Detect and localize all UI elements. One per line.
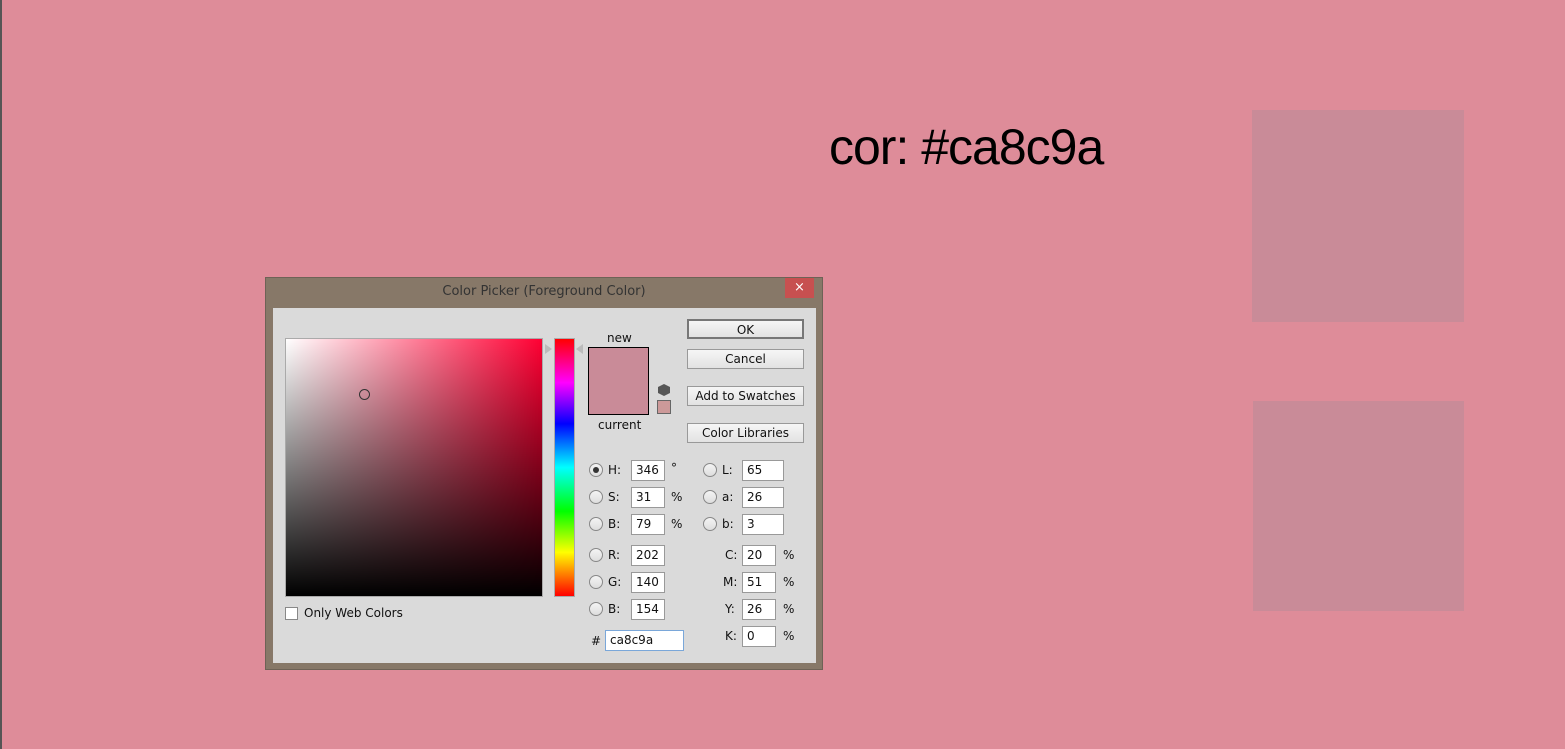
l-input[interactable]: 65 (742, 460, 784, 481)
cube-icon[interactable] (658, 384, 670, 396)
k-label: K: (725, 629, 737, 643)
g-radio[interactable] (589, 575, 603, 589)
a-label: a: (722, 490, 734, 504)
c-input[interactable]: 20 (742, 545, 776, 566)
brightness-input[interactable]: 79 (631, 514, 665, 535)
hue-slider-left-arrow[interactable] (545, 344, 552, 354)
hex-input[interactable]: ca8c9a (605, 630, 684, 651)
g-label: G: (608, 575, 622, 589)
l-label: L: (722, 463, 733, 477)
color-sample-top (1252, 110, 1464, 322)
b-radio[interactable] (703, 517, 717, 531)
hue-slider[interactable] (554, 338, 575, 597)
k-input[interactable]: 0 (742, 626, 776, 647)
b-label: b: (722, 517, 734, 531)
hue-slider-right-arrow[interactable] (576, 344, 583, 354)
color-libraries-button[interactable]: Color Libraries (687, 423, 804, 443)
only-web-colors-label: Only Web Colors (304, 606, 403, 620)
color-picker-dialog: Color Picker (Foreground Color) × new cu… (265, 277, 823, 670)
r-label: R: (608, 548, 621, 562)
s-label: S: (608, 490, 620, 504)
hex-label: # (591, 634, 602, 648)
a-radio[interactable] (703, 490, 717, 504)
l-radio[interactable] (703, 463, 717, 477)
y-label: Y: (725, 602, 735, 616)
dialog-title: Color Picker (Foreground Color) (442, 284, 646, 299)
y-unit: % (783, 602, 795, 616)
a-input[interactable]: 26 (742, 487, 784, 508)
h-input[interactable]: 346 (631, 460, 665, 481)
y-input[interactable]: 26 (742, 599, 776, 620)
k-unit: % (783, 629, 795, 643)
brightness-label: B: (608, 517, 621, 531)
h-radio[interactable] (589, 463, 603, 477)
brightness-unit: % (671, 517, 683, 531)
s-input[interactable]: 31 (631, 487, 665, 508)
close-button[interactable]: × (785, 278, 814, 298)
m-label: M: (723, 575, 738, 589)
add-to-swatches-button[interactable]: Add to Swatches (687, 386, 804, 406)
color-sample-bottom (1253, 401, 1464, 611)
only-web-colors-checkbox[interactable] (285, 607, 298, 620)
g-input[interactable]: 140 (631, 572, 665, 593)
b-input[interactable]: 3 (742, 514, 784, 535)
saturation-brightness-field[interactable] (285, 338, 543, 597)
color-marker[interactable] (359, 389, 370, 400)
dialog-body: new current OK Cancel Add to Swatches Co… (273, 308, 816, 663)
r-input[interactable]: 202 (631, 545, 665, 566)
new-label: new (607, 331, 632, 345)
color-heading: cor: #ca8c9a (829, 119, 1104, 175)
h-label: H: (608, 463, 622, 477)
m-input[interactable]: 51 (742, 572, 776, 593)
c-label: C: (725, 548, 738, 562)
brightness-radio[interactable] (589, 517, 603, 531)
c-unit: % (783, 548, 795, 562)
current-label: current (598, 418, 642, 432)
cancel-button[interactable]: Cancel (687, 349, 804, 369)
m-unit: % (783, 575, 795, 589)
blue-label: B: (608, 602, 621, 616)
web-safe-swatch[interactable] (657, 400, 671, 414)
new-current-swatch (588, 347, 649, 415)
s-unit: % (671, 490, 683, 504)
s-radio[interactable] (589, 490, 603, 504)
h-unit: ° (671, 461, 677, 475)
r-radio[interactable] (589, 548, 603, 562)
ok-button[interactable]: OK (687, 319, 804, 339)
blue-input[interactable]: 154 (631, 599, 665, 620)
blue-radio[interactable] (589, 602, 603, 616)
